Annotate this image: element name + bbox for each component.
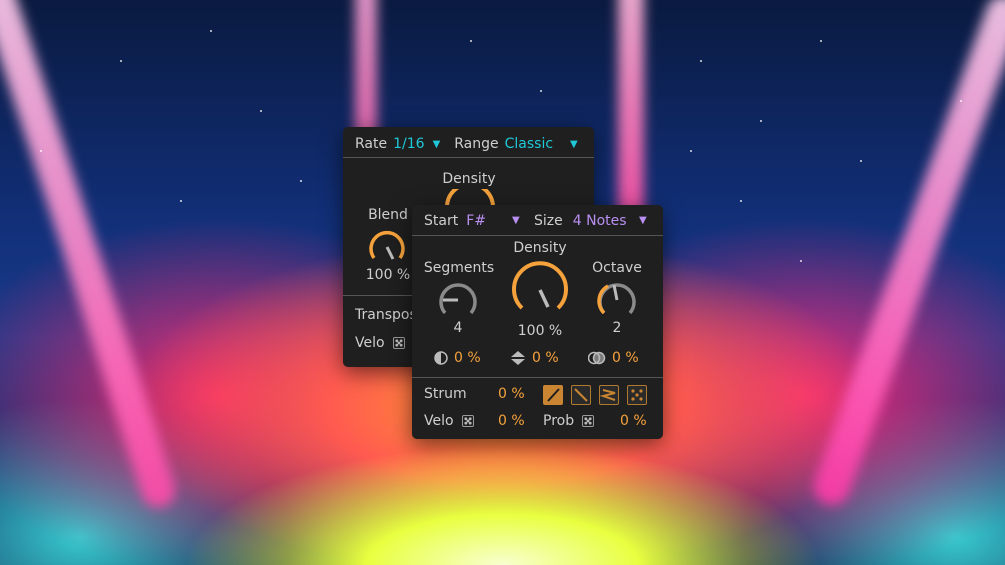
strum-value[interactable]: 0 % (498, 386, 525, 402)
octave-knob[interactable] (594, 277, 640, 323)
prob-dice-icon[interactable] (582, 415, 595, 427)
size-label: Size (534, 213, 563, 229)
rate-dropdown[interactable]: 1/16 (393, 136, 424, 152)
mod1-value[interactable]: 0 % (454, 350, 481, 366)
rate-label: Rate (355, 136, 388, 152)
density-value: 100 % (517, 323, 563, 339)
start-label: Start (424, 213, 459, 229)
strum-mode-zigzag-button[interactable] (599, 385, 619, 405)
prob-value[interactable]: 0 % (620, 413, 647, 429)
range-triangle-down-icon[interactable]: ▼ (570, 139, 578, 150)
divider (343, 295, 413, 296)
velo-value[interactable]: 0 % (498, 413, 525, 429)
start-triangle-down-icon[interactable]: ▼ (512, 215, 520, 226)
range-dropdown[interactable]: Classic (505, 136, 553, 152)
velo-label: Velo (424, 413, 454, 429)
segments-label: Segments (423, 260, 495, 276)
up-down-arrows-icon[interactable] (510, 350, 526, 366)
half-circle-icon[interactable] (434, 351, 448, 365)
density-label: Density (513, 240, 567, 256)
light-beam (0, 0, 180, 512)
start-dropdown[interactable]: F# (466, 213, 486, 229)
divider (412, 377, 663, 378)
blend-label: Blend (368, 207, 408, 223)
light-beam (808, 0, 1005, 510)
octave-label: Octave (592, 260, 642, 276)
size-dropdown[interactable]: 4 Notes (573, 213, 627, 229)
front-device-panel: Start F# ▼ Size 4 Notes ▼ Density Segmen… (412, 205, 663, 439)
strum-mode-random-button[interactable] (627, 385, 647, 405)
overlap-circles-icon[interactable] (588, 350, 606, 366)
blend-knob[interactable] (365, 225, 409, 269)
divider (343, 157, 594, 158)
transpose-label: Transpos (355, 307, 417, 323)
strum-label: Strum (424, 386, 467, 402)
blend-value: 100 % (365, 267, 411, 283)
transpose-row: Transpos (355, 307, 417, 323)
octave-value: 2 (612, 320, 622, 336)
back-velo-label: Velo (355, 335, 385, 351)
range-label: Range (454, 136, 499, 152)
rate-triangle-down-icon[interactable]: ▼ (433, 139, 441, 150)
segments-knob[interactable] (435, 277, 481, 323)
mod2-value[interactable]: 0 % (532, 350, 559, 366)
segments-value: 4 (453, 320, 463, 336)
velo-dice-icon[interactable] (461, 415, 474, 427)
prob-label: Prob (543, 413, 575, 429)
divider (412, 235, 663, 236)
back-density-label: Density (442, 171, 496, 187)
size-triangle-down-icon[interactable]: ▼ (639, 215, 647, 226)
strum-mode-down-button[interactable] (571, 385, 591, 405)
back-velo-dice-icon[interactable] (392, 337, 405, 349)
strum-mode-linear-button[interactable] (543, 385, 563, 405)
light-beam (618, 0, 644, 230)
mod3-value[interactable]: 0 % (612, 350, 639, 366)
density-knob[interactable] (509, 259, 571, 321)
